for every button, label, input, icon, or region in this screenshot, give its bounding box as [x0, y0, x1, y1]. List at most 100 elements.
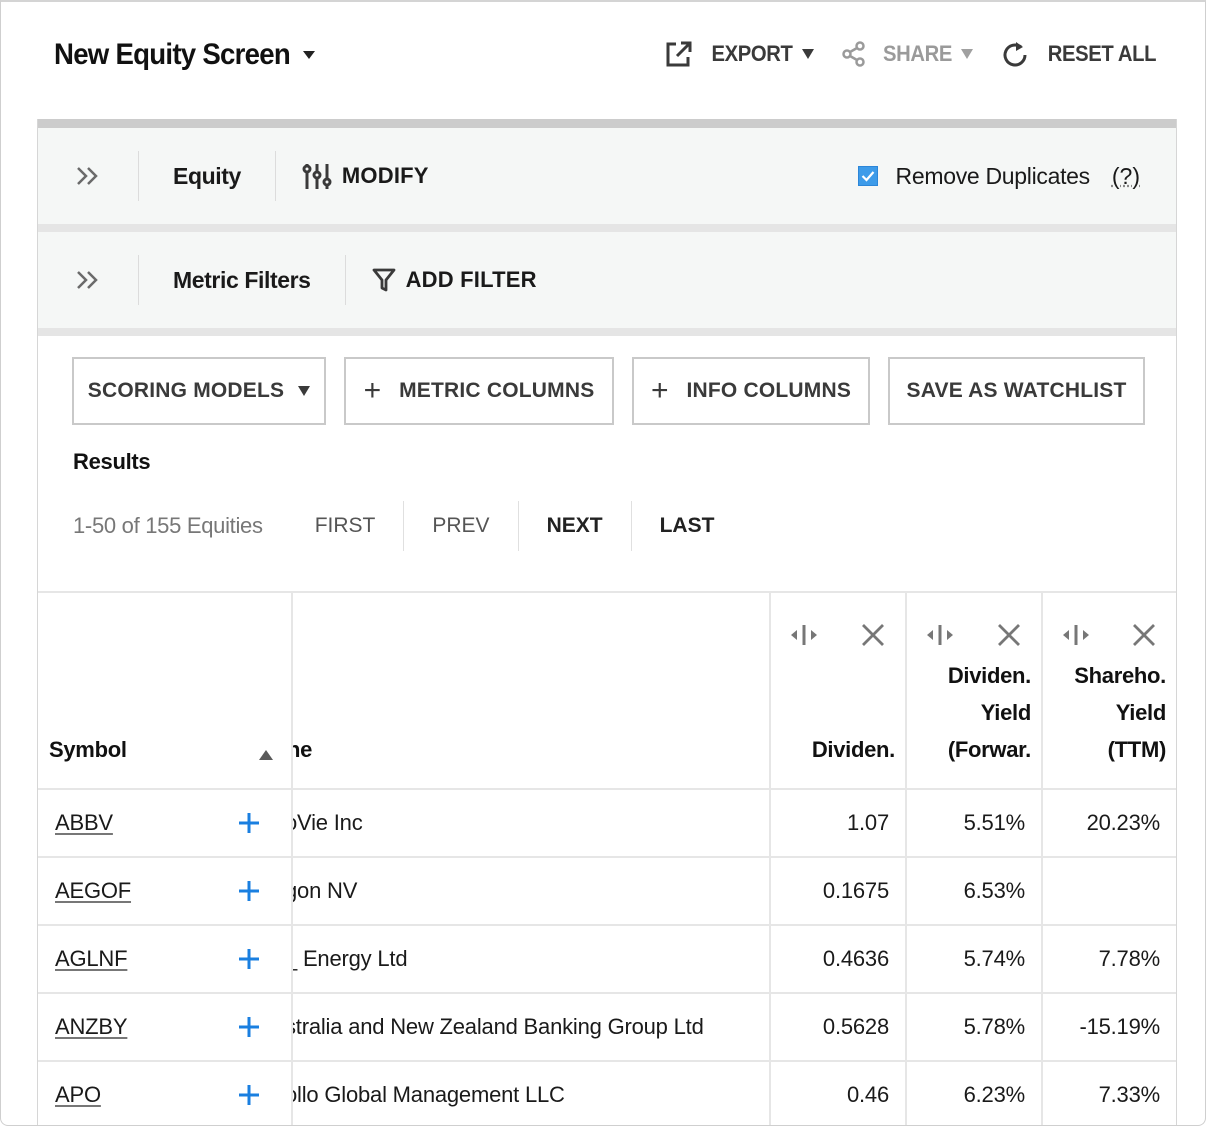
column-label: Shareho. Yield (TTM) [1074, 657, 1166, 768]
export-label: EXPORT [711, 41, 793, 66]
symbol-cell: ANZBY [38, 994, 293, 1060]
page-header: New Equity Screen EXPORT SHARE RESET ALL [1, 2, 1205, 118]
symbol-link[interactable]: ABBV [55, 810, 113, 836]
scoring-models-label: SCORING MODELS [87, 379, 285, 402]
name-cell: _ Energy Ltd [293, 926, 771, 992]
column-label: Symbol [49, 737, 127, 762]
remove-column-icon[interactable] [997, 623, 1021, 647]
double-chevron-right-icon [77, 271, 98, 289]
add-filter-button[interactable]: ADD FILTER [346, 267, 537, 293]
caret-down-icon [802, 49, 815, 59]
resize-column-icon[interactable] [925, 624, 955, 646]
dividend-yield-cell: 6.53% [907, 858, 1043, 924]
symbol-link[interactable]: APO [55, 1082, 101, 1108]
results-toolbar: SCORING MODELS + METRIC COLUMNS + INFO C… [72, 357, 1163, 425]
dividend-yield-value: 5.78% [963, 1014, 1026, 1039]
shareholder-yield-cell: 20.23% [1043, 790, 1176, 856]
column-header-dividend[interactable]: Dividen. [771, 593, 907, 788]
pagination: 1-50 of 155 Equities FIRST PREV NEXT LAS… [73, 501, 742, 551]
refresh-icon [1003, 42, 1027, 67]
metric-filters-label: Metric Filters [173, 266, 311, 293]
column-header-name[interactable]: ne [293, 593, 771, 788]
metric-filters-strip: Metric Filters ADD FILTER [38, 232, 1176, 328]
export-button[interactable]: EXPORT [664, 40, 815, 68]
column-controls [925, 623, 1021, 647]
sliders-icon [302, 164, 332, 189]
universe-label: Equity [173, 162, 241, 189]
symbol-cell: ABBV [38, 790, 293, 856]
column-label-line: (TTM) [1107, 737, 1167, 762]
sort-ascending-icon[interactable] [259, 750, 273, 760]
save-as-watchlist-label: SAVE AS WATCHLIST [906, 379, 1127, 402]
company-name: oVie Inc [293, 810, 363, 835]
name-cell: oVie Inc [293, 790, 771, 856]
company-name: stralia and New Zealand Banking Group Lt… [293, 1014, 704, 1039]
column-header-symbol[interactable]: Symbol [38, 593, 293, 788]
add-to-watchlist-icon[interactable] [238, 1016, 260, 1038]
add-filter-label: ADD FILTER [405, 267, 537, 292]
panel-top-border [38, 119, 1176, 128]
dividend-value: 1.07 [846, 810, 889, 835]
dividend-yield-cell: 5.51% [907, 790, 1043, 856]
resize-column-icon[interactable] [1061, 624, 1091, 646]
table-row[interactable]: AEGOF gon NV 0.1675 6.53% [38, 858, 1176, 926]
dividend-cell: 0.1675 [771, 858, 907, 924]
share-button[interactable]: SHARE [842, 40, 974, 68]
save-as-watchlist-button[interactable]: SAVE AS WATCHLIST [888, 357, 1145, 425]
expand-universe-button[interactable] [38, 128, 138, 224]
add-to-watchlist-icon[interactable] [238, 1084, 260, 1106]
last-page-button[interactable]: LAST [632, 501, 743, 551]
column-header-shareholder-yield[interactable]: Shareho. Yield (TTM) [1043, 593, 1176, 788]
symbol-cell: AGLNF [38, 926, 293, 992]
symbol-link[interactable]: ANZBY [55, 1014, 128, 1040]
remove-column-icon[interactable] [1132, 623, 1156, 647]
reset-all-label: RESET ALL [1047, 41, 1157, 66]
external-link-icon [666, 41, 692, 67]
add-to-watchlist-icon[interactable] [238, 948, 260, 970]
modify-label: MODIFY [341, 163, 429, 188]
symbol-link[interactable]: AGLNF [55, 946, 128, 972]
scoring-models-dropdown[interactable]: SCORING MODELS [72, 357, 326, 425]
remove-duplicates-checkbox[interactable] [857, 166, 878, 186]
screen-title-dropdown[interactable]: New Equity Screen [54, 38, 315, 72]
help-link[interactable]: (?) [1112, 163, 1140, 190]
metric-columns-label: METRIC COLUMNS [399, 379, 595, 402]
column-label-line: Yield [980, 700, 1032, 725]
remove-column-icon[interactable] [861, 623, 885, 647]
divider [38, 224, 1176, 232]
table-row[interactable]: ABBV oVie Inc 1.07 5.51% 20.23% [38, 790, 1176, 858]
resize-column-icon[interactable] [789, 624, 819, 646]
column-header-dividend-yield[interactable]: Dividen. Yield (Forwar. [907, 593, 1043, 788]
next-page-button[interactable]: NEXT [519, 501, 631, 551]
column-label-line: (Forwar. [947, 737, 1031, 762]
company-name: _ Energy Ltd [293, 946, 408, 971]
dividend-cell: 0.46 [771, 1062, 907, 1125]
symbol-cell: APO [38, 1062, 293, 1125]
column-label-line: Dividen. [947, 663, 1031, 688]
symbol-link[interactable]: AEGOF [55, 878, 131, 904]
reset-all-button[interactable]: RESET ALL [1001, 40, 1161, 68]
divider [38, 328, 1176, 336]
expand-filters-button[interactable] [38, 232, 138, 328]
dividend-yield-value: 6.23% [963, 1082, 1026, 1107]
table-row[interactable]: APO ollo Global Management LLC 0.46 6.23… [38, 1062, 1176, 1125]
dividend-yield-value: 6.53% [963, 878, 1026, 903]
results-heading: Results [73, 449, 151, 474]
remove-duplicates-label: Remove Duplicates [895, 162, 1091, 189]
table-row[interactable]: AGLNF _ Energy Ltd 0.4636 5.74% 7.78% [38, 926, 1176, 994]
info-columns-button[interactable]: + INFO COLUMNS [632, 357, 870, 425]
add-to-watchlist-icon[interactable] [238, 812, 260, 834]
column-controls [1061, 623, 1156, 647]
dividend-yield-value: 5.74% [963, 946, 1026, 971]
modify-button[interactable]: MODIFY [276, 161, 429, 191]
add-to-watchlist-icon[interactable] [238, 880, 260, 902]
prev-page-button[interactable]: PREV [404, 501, 517, 551]
shareholder-yield-value: 20.23% [1086, 810, 1161, 835]
first-page-button[interactable]: FIRST [289, 501, 404, 551]
table-row[interactable]: ANZBY stralia and New Zealand Banking Gr… [38, 994, 1176, 1062]
dividend-value: 0.4636 [822, 946, 889, 971]
filter-funnel-icon [372, 268, 395, 292]
shareholder-yield-cell [1043, 858, 1176, 924]
plus-icon: + [650, 374, 669, 407]
metric-columns-button[interactable]: + METRIC COLUMNS [344, 357, 614, 425]
